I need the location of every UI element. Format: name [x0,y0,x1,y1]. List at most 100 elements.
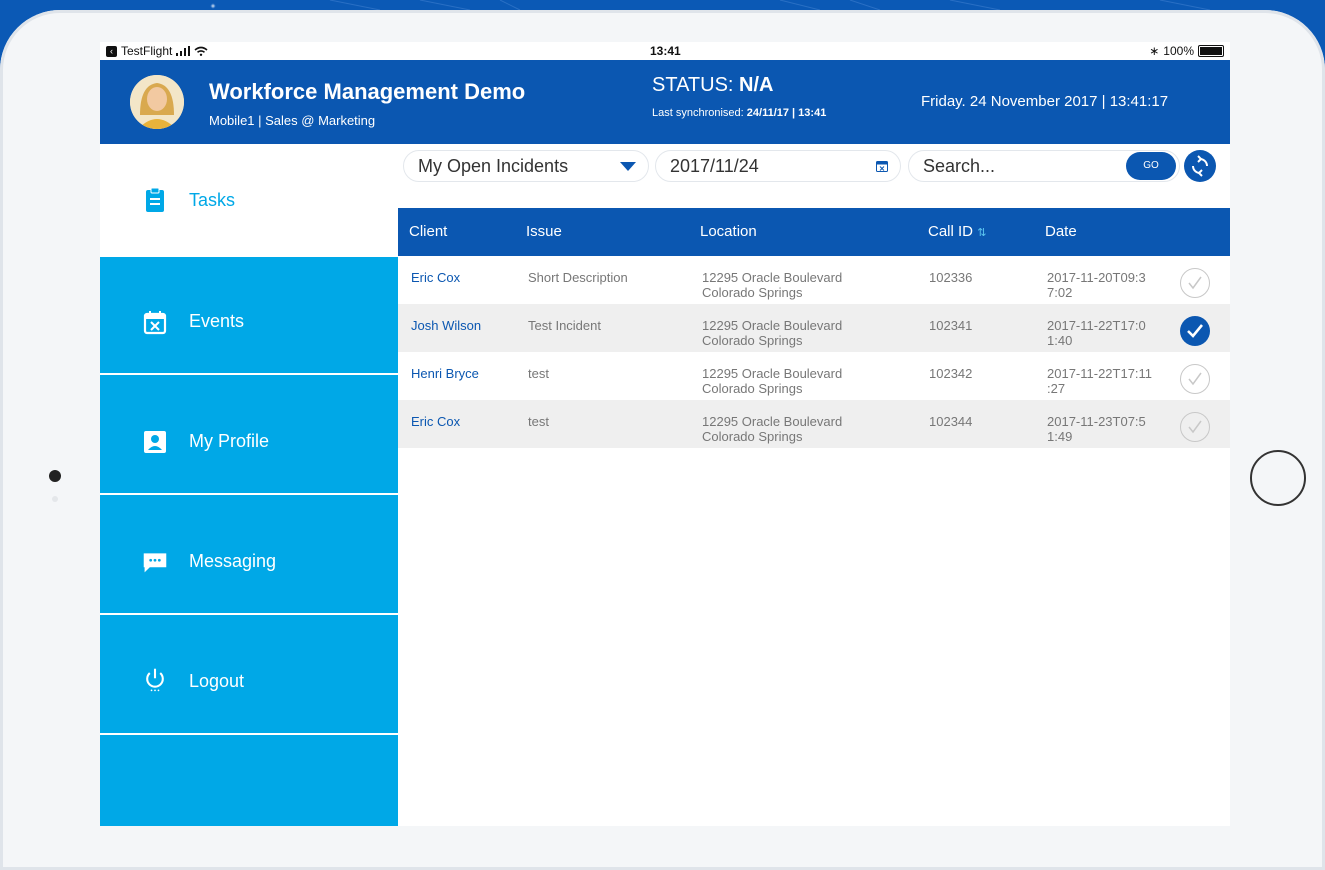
filter-toolbar: My Open Incidents 2017/11/24 Search... G… [398,144,1230,192]
table-row[interactable]: Josh Wilson Test Incident 12295 Oracle B… [398,304,1230,352]
checkmark-icon [1187,324,1204,338]
table-row[interactable]: Eric Cox test 12295 Oracle Boulevard Colo… [398,400,1230,448]
current-datetime: Friday. 24 November 2017 | 13:41:17 [921,93,1169,110]
battery-percent: 100% [1163,44,1194,58]
location-cell: 12295 Oracle Boulevard Colorado Springs [702,318,842,348]
clipboard-icon [146,187,164,212]
back-app-icon[interactable]: ‹ [106,45,117,57]
chat-bubble-icon [143,553,167,573]
profile-icon [144,431,166,453]
sync-status: STATUS: N/A [652,74,774,97]
complete-checkbox[interactable] [1180,268,1210,298]
location-line-2: Colorado Springs [702,333,803,348]
incidents-table: Client Issue Location Call ID ⇅ Date Eri… [398,208,1230,448]
home-button[interactable] [1250,450,1306,506]
call-id-cell: 102342 [929,366,973,381]
date-picker[interactable]: 2017/11/24 [655,150,901,182]
call-id-label: Call ID [928,223,974,240]
sidebar-item-logout[interactable]: Logout [100,617,398,735]
location-cell: 12295 Oracle Boulevard Colorado Springs [702,366,842,396]
client-cell[interactable]: Eric Cox [411,270,460,285]
location-line-2: Colorado Springs [702,285,803,300]
go-button[interactable]: GO [1126,152,1176,180]
call-id-cell: 102341 [929,318,973,333]
sidebar-item-label: My Profile [189,431,270,451]
avatar[interactable] [130,75,184,129]
carrier-label: TestFlight [121,44,173,58]
calendar-x-icon [143,311,167,335]
date-line-2: 1:40 [1047,333,1073,348]
wifi-icon [194,46,208,56]
sort-icon: ⇅ [977,227,987,239]
user-subtitle: Mobile1 | Sales @ Marketing [209,113,376,128]
app-header: Workforce Management Demo Mobile1 | Sale… [100,60,1230,144]
column-header-location[interactable]: Location [700,223,757,240]
signal-icon [176,46,191,56]
date-line-2: 7:02 [1047,285,1073,300]
column-header-issue[interactable]: Issue [526,223,562,240]
refresh-button[interactable] [1184,150,1216,182]
last-sync-label: Last synchronised: [652,107,744,119]
date-line-1: 2017-11-22T17:11 [1047,366,1153,381]
column-header-date[interactable]: Date [1045,223,1077,240]
status-label: STATUS: [652,74,734,96]
status-bar: ‹ TestFlight 13:41 ∗ 100% [100,42,1230,60]
location-line-1: 12295 Oracle Boulevard [702,270,843,285]
last-sync-value: 24/11/17 | 13:41 [746,107,827,119]
incident-filter-dropdown[interactable]: My Open Incidents [403,150,649,182]
sidebar-item-label: Events [189,311,245,331]
power-icon [146,668,164,692]
location-line-2: Colorado Springs [702,381,803,396]
complete-checkbox[interactable] [1180,412,1210,442]
sidebar-nav: Tasks Events My Profile Messaging Logout [100,144,398,826]
column-header-call-id[interactable]: Call ID ⇅ [928,223,986,240]
date-line-1: 2017-11-22T17:0 [1047,318,1146,333]
date-line-1: 2017-11-20T09:3 [1047,270,1146,285]
date-value: 2017/11/24 [670,156,759,176]
client-cell[interactable]: Henri Bryce [411,366,479,381]
location-line-1: 12295 Oracle Boulevard [702,318,843,333]
sidebar-item-label: Tasks [189,190,236,210]
date-line-2: :27 [1047,381,1066,396]
location-cell: 12295 Oracle Boulevard Colorado Springs [702,270,842,300]
call-id-cell: 102344 [929,414,973,429]
call-id-cell: 102336 [929,270,973,285]
checkmark-icon [1188,372,1202,386]
sidebar-item-label: Logout [189,671,245,691]
date-cell: 2017-11-22T17:0 1:40 [1047,318,1146,348]
refresh-icon [1192,155,1208,177]
calendar-icon [876,161,888,172]
checkmark-icon [1188,276,1202,290]
table-row[interactable]: Eric Cox Short Description 12295 Oracle … [398,256,1230,304]
app-title: Workforce Management Demo [209,79,526,104]
sidebar-item-my-profile[interactable]: My Profile [100,377,398,495]
complete-checkbox[interactable] [1180,316,1210,346]
issue-cell: Short Description [528,270,628,285]
issue-cell: test [528,366,549,381]
last-sync: Last synchronised: 24/11/17 | 13:41 [652,107,826,119]
app-screen: ‹ TestFlight 13:41 ∗ 100% Workforce Mana… [100,42,1230,826]
carrier-area: ‹ TestFlight [106,44,208,58]
sidebar-item-events[interactable]: Events [100,257,398,375]
issue-cell: test [528,414,549,429]
front-camera [49,470,61,482]
date-line-1: 2017-11-23T07:5 [1047,414,1146,429]
sidebar-item-tasks[interactable]: Tasks [100,144,398,257]
battery-icon [1198,45,1224,57]
column-header-client[interactable]: Client [409,223,447,240]
status-value: N/A [739,74,774,96]
sensor-dot [52,496,58,502]
location-line-1: 12295 Oracle Boulevard [702,414,843,429]
date-cell: 2017-11-20T09:3 7:02 [1047,270,1146,300]
table-row[interactable]: Henri Bryce test 12295 Oracle Boulevard C… [398,352,1230,400]
client-cell[interactable]: Eric Cox [411,414,460,429]
sidebar-item-messaging[interactable]: Messaging [100,497,398,615]
date-cell: 2017-11-22T17:11:27 [1047,366,1152,396]
sidebar-item-label: Messaging [189,551,277,571]
client-cell[interactable]: Josh Wilson [411,318,481,333]
bluetooth-icon: ∗ [1149,44,1160,58]
dropdown-value: My Open Incidents [418,156,569,176]
date-line-2: 1:49 [1047,429,1073,444]
complete-checkbox[interactable] [1180,364,1210,394]
clock: 13:41 [650,44,681,58]
